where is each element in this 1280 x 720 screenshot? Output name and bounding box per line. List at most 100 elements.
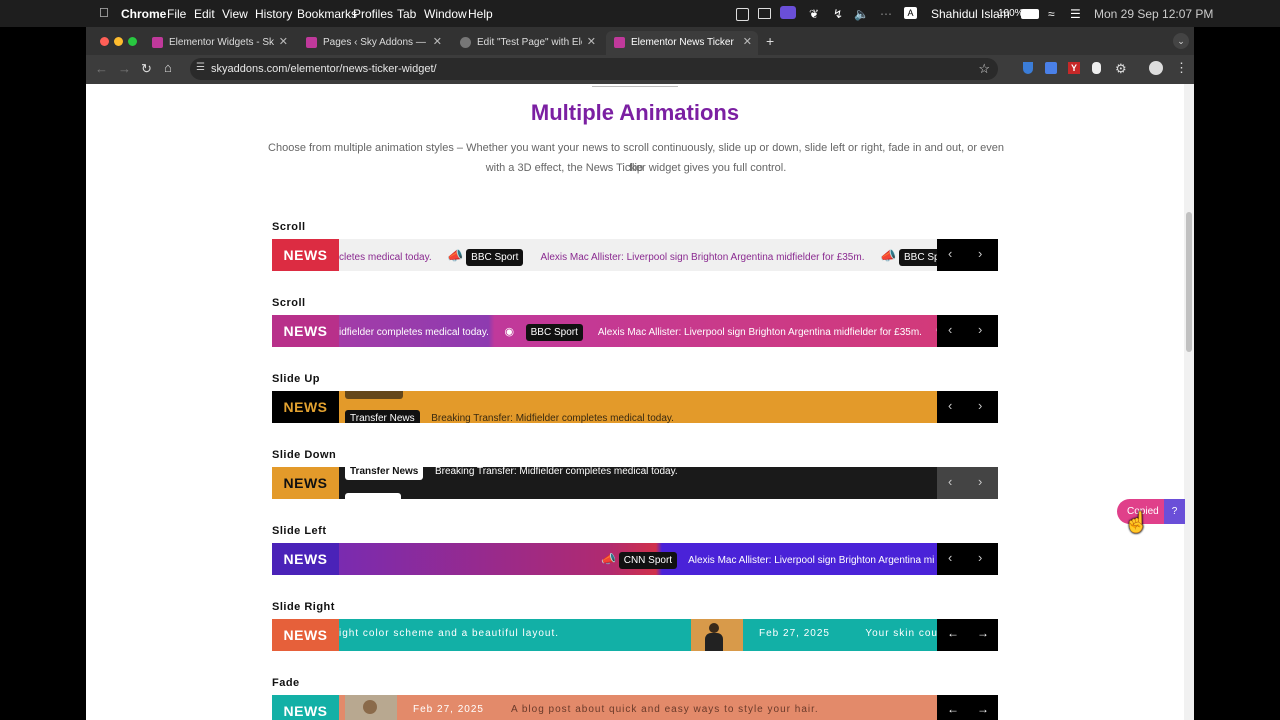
next-arrow-icon[interactable]: → — [977, 626, 989, 640]
menu-help[interactable]: Help — [468, 7, 493, 21]
ticker-headline[interactable]: Breaking Transfer: Midfielder completes … — [435, 467, 678, 477]
profile-avatar[interactable] — [1149, 61, 1163, 75]
apple-icon[interactable]:  — [99, 5, 109, 20]
menu-window[interactable]: Window — [424, 7, 467, 21]
menu-app-name[interactable]: Chrome — [121, 7, 166, 21]
help-button[interactable]: ? — [1164, 499, 1185, 524]
ticker-label-slide-right: Slide Right — [272, 601, 335, 613]
page-scrollbar[interactable] — [1184, 84, 1194, 720]
prev-arrow-icon[interactable]: ‹ — [948, 398, 952, 413]
battery-icon[interactable] — [1021, 9, 1039, 19]
sky-addons-favicon-icon — [306, 37, 317, 48]
section-divider — [592, 84, 678, 87]
extension-drop-icon[interactable] — [1092, 62, 1101, 74]
reload-icon[interactable]: ↻ — [141, 61, 152, 77]
browser-tab-active[interactable]: Elementor News Ticker Widget ✕ — [606, 31, 758, 55]
zoom-window-button[interactable] — [128, 37, 137, 46]
page-scrollbar-thumb[interactable] — [1186, 212, 1192, 352]
status-icon[interactable] — [736, 8, 749, 21]
new-tab-icon[interactable]: + — [766, 33, 774, 49]
next-arrow-icon[interactable]: › — [978, 398, 982, 413]
forward-icon[interactable]: → — [118, 61, 131, 76]
menu-edit[interactable]: Edit — [194, 7, 215, 21]
browser-tab[interactable]: Pages ‹ Sky Addons — WordP ✕ — [298, 31, 448, 55]
minimize-window-button[interactable] — [114, 37, 123, 46]
tab-close-icon[interactable]: ✕ — [587, 35, 596, 48]
tab-close-icon[interactable]: ✕ — [279, 35, 288, 48]
ticker-source-chip[interactable]: BBC Sport — [899, 249, 937, 266]
extensions-puzzle-icon[interactable]: ⚙ — [1115, 61, 1127, 77]
post-thumbnail-image[interactable] — [345, 695, 397, 720]
ticker-source-chip[interactable]: BBC Sport — [525, 324, 583, 341]
wifi-icon[interactable]: ≈ — [1048, 7, 1055, 21]
news-ticker-fade: NEWS Feb 27, 2025 A blog post about quic… — [272, 695, 998, 720]
menu-profiles[interactable]: Profiles — [353, 7, 393, 21]
ticker-headline[interactable]: idfielder completes medical today. — [339, 327, 489, 338]
ticker-headline[interactable]: A blog post about quick and easy ways to… — [511, 704, 819, 715]
menu-bookmarks[interactable]: Bookmarks — [297, 7, 357, 21]
browser-tab[interactable]: Edit "Test Page" with Elemento ✕ — [452, 31, 602, 55]
prev-arrow-icon[interactable]: ‹ — [948, 322, 952, 337]
browser-menu-icon[interactable]: ⋮ — [1175, 60, 1188, 76]
extension-shield-icon[interactable] — [1023, 62, 1033, 74]
extension-translate-icon[interactable] — [1045, 62, 1057, 74]
address-bar[interactable]: ☰ skyaddons.com/elementor/news-ticker-wi… — [190, 58, 998, 80]
extension-y-icon[interactable]: Y — [1068, 62, 1080, 74]
ticker-headline[interactable]: ight color scheme and a beautiful layout… — [339, 628, 559, 639]
ticker-source-chip[interactable]: BBC Sport — [466, 249, 524, 266]
prev-arrow-icon[interactable]: ← — [947, 702, 959, 716]
ticker-track: ight color scheme and a beautiful layout… — [339, 619, 937, 651]
next-arrow-icon[interactable]: → — [977, 702, 989, 716]
circle-dot-icon: ◉ — [504, 326, 515, 338]
menu-datetime[interactable]: Mon 29 Sep 12:07 PM — [1094, 7, 1213, 21]
prev-arrow-icon[interactable]: ← — [947, 626, 959, 640]
web-page: Multiple Animations Choose from multiple… — [86, 84, 1184, 720]
bird-icon[interactable]: ❦ — [809, 7, 819, 21]
tab-close-icon[interactable]: ✕ — [743, 35, 752, 48]
menu-history[interactable]: History — [255, 7, 292, 21]
tab-title: Elementor Widgets - Sky Addo — [169, 37, 274, 48]
ticker-item-row: ight color scheme and a beautiful layout… — [339, 628, 559, 639]
site-info-icon[interactable]: ☰ — [196, 62, 205, 73]
screen-share-icon[interactable] — [780, 6, 796, 19]
ticker-headline[interactable]: Breaking Transfer: Midfielder completes … — [431, 413, 674, 423]
display-icon[interactable] — [758, 8, 771, 19]
prev-arrow-icon[interactable]: ‹ — [948, 550, 952, 565]
close-window-button[interactable] — [100, 37, 109, 46]
sky-addons-favicon-icon — [152, 37, 163, 48]
ticker-item-row: cletes medical today. 📣 BBC Sport Alexis… — [339, 248, 937, 266]
ticker-item-row: Transfer News Breaking Transfer: Midfiel… — [345, 467, 678, 480]
ticker-headline[interactable]: Alexis Mac Allister: Liverpool sign Brig… — [540, 252, 864, 263]
ticker-headline[interactable]: Alexis Mac Allister: Liverpool sign Brig… — [598, 327, 922, 338]
menu-file[interactable]: File — [167, 7, 186, 21]
tab-search-icon[interactable]: ⌄ — [1173, 33, 1189, 49]
dots-icon[interactable]: ⋯ — [880, 7, 892, 21]
post-thumbnail-image[interactable] — [691, 619, 743, 651]
address-url[interactable]: skyaddons.com/elementor/news-ticker-widg… — [211, 63, 437, 75]
ticker-headline[interactable]: Your skin cou — [865, 628, 937, 639]
bookmark-star-icon[interactable]: ☆ — [978, 61, 990, 77]
tab-close-icon[interactable]: ✕ — [433, 35, 442, 48]
prev-arrow-icon[interactable]: ‹ — [948, 246, 952, 261]
ticker-source-chip[interactable]: Transfer News — [345, 410, 420, 423]
input-source-icon[interactable]: A — [904, 7, 917, 19]
next-arrow-icon[interactable]: › — [978, 474, 982, 489]
volume-icon[interactable]: 🔈 — [854, 7, 869, 21]
bolt-icon[interactable]: ↯ — [833, 7, 843, 21]
back-icon[interactable]: ← — [95, 61, 108, 76]
ticker-nav: ← → — [937, 695, 998, 720]
menu-view[interactable]: View — [222, 7, 248, 21]
ticker-source-chip[interactable]: CNN Sport — [618, 552, 678, 569]
menu-tab[interactable]: Tab — [397, 7, 416, 21]
ticker-news-badge: NEWS — [272, 391, 339, 423]
home-icon[interactable]: ⌂ — [164, 60, 172, 75]
next-arrow-icon[interactable]: › — [978, 550, 982, 565]
next-arrow-icon[interactable]: › — [978, 246, 982, 261]
ticker-headline[interactable]: Alexis Mac Allister: Liverpool sign Brig… — [688, 555, 934, 566]
ticker-source-chip[interactable]: Transfer News — [345, 467, 424, 480]
next-arrow-icon[interactable]: › — [978, 322, 982, 337]
control-center-icon[interactable]: ☰ — [1070, 7, 1081, 21]
browser-tab[interactable]: Elementor Widgets - Sky Addo ✕ — [144, 31, 294, 55]
prev-arrow-icon[interactable]: ‹ — [948, 474, 952, 489]
ticker-headline[interactable]: cletes medical today. — [339, 252, 432, 263]
